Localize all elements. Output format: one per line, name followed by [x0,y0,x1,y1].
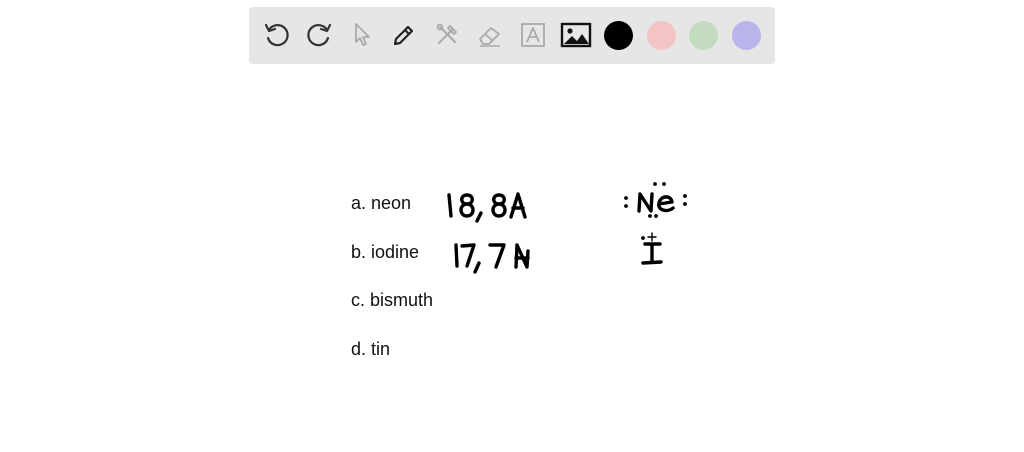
color-swatch-purple[interactable] [732,21,761,50]
image-button[interactable] [560,19,592,51]
question-a-label: a. neon [351,193,412,213]
color-swatch-green[interactable] [689,21,718,50]
lewis-dot-neon [624,182,687,218]
handwritten-answer-iodine [454,243,530,274]
drawing-toolbar [249,7,775,64]
text-button[interactable] [517,19,549,51]
question-d-label: d. tin [351,339,391,359]
pen-button[interactable] [388,19,420,51]
text-icon [521,23,545,47]
redo-button[interactable] [303,19,335,51]
tools-button[interactable] [431,19,463,51]
eraser-button[interactable] [474,19,506,51]
undo-button[interactable] [261,19,293,51]
pointer-icon [355,23,370,46]
lewis-dot-iodine [641,232,663,265]
tools-icon [436,23,458,44]
question-c-label: c. bismuth [351,290,434,310]
color-swatch-pink[interactable] [647,21,676,50]
color-swatch-black[interactable] [604,21,633,50]
undo-icon [264,23,289,47]
redo-icon [307,23,332,47]
question-b-label: b. iodine [351,242,420,262]
eraser-icon [479,27,500,47]
image-icon [560,22,592,48]
handwritten-answer-neon [447,192,527,223]
select-button[interactable] [346,19,378,51]
whiteboard-canvas[interactable]: a. neon b. iodine c. bismuth d. tin [0,64,1024,452]
pen-icon [393,25,414,46]
